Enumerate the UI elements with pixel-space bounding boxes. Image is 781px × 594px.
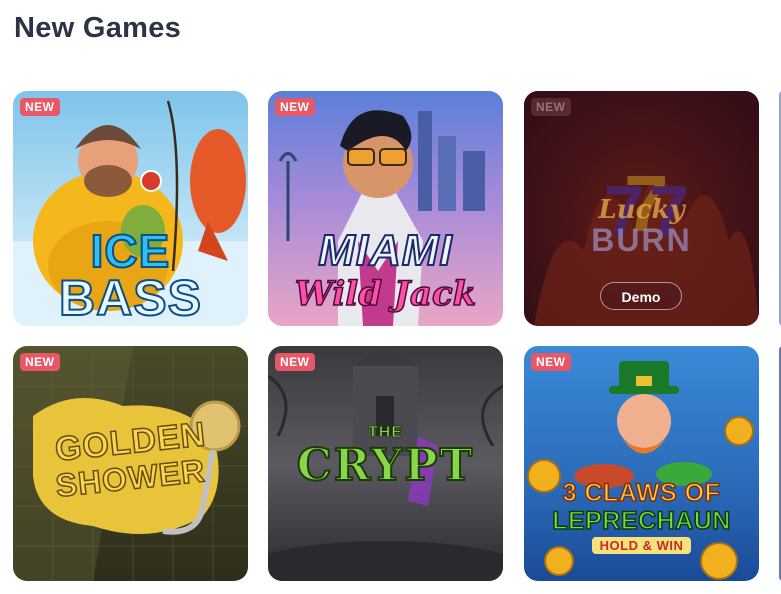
game-card-miami-wild-jack[interactable]: NEW MIAMI Wild Jack xyxy=(268,91,503,326)
game-title-line3: HOLD & WIN xyxy=(591,537,692,554)
game-title-line1: MIAMI xyxy=(317,226,453,275)
new-badge: NEW xyxy=(20,353,60,371)
game-title-line1: ICE xyxy=(90,225,171,277)
game-title-line2: CRYPT xyxy=(296,440,475,491)
new-badge: NEW xyxy=(20,98,60,116)
game-card-3-claws-of-leprechaun[interactable]: NEW 3 CLAWS OF LEPRECHAUN HOLD & WIN xyxy=(524,346,759,581)
game-card-lucky-burn[interactable]: NEW 7 7 7 Lucky BURN Demo xyxy=(524,91,759,326)
game-title-line2: BURN xyxy=(591,222,692,258)
game-title-line1: Lucky xyxy=(598,195,685,225)
game-card-golden-shower[interactable]: NEW GOLDEN SHOWER xyxy=(13,346,248,581)
new-badge: NEW xyxy=(531,353,571,371)
new-badge: NEW xyxy=(275,98,315,116)
game-title-line1: 3 CLAWS OF xyxy=(562,478,721,508)
demo-button[interactable]: Demo xyxy=(600,282,682,310)
game-card-the-crypt[interactable]: NEW THE CRYPT xyxy=(268,346,503,581)
section-title: New Games xyxy=(14,12,182,44)
new-badge: NEW xyxy=(275,353,315,371)
game-title-line2: LEPRECHAUN xyxy=(551,506,731,536)
new-badge: NEW xyxy=(531,98,571,116)
game-title-line2: BASS xyxy=(58,270,202,326)
game-card-ice-bass[interactable]: NEW ICE BASS xyxy=(13,91,248,326)
game-title-line2: Wild Jack xyxy=(294,273,477,315)
